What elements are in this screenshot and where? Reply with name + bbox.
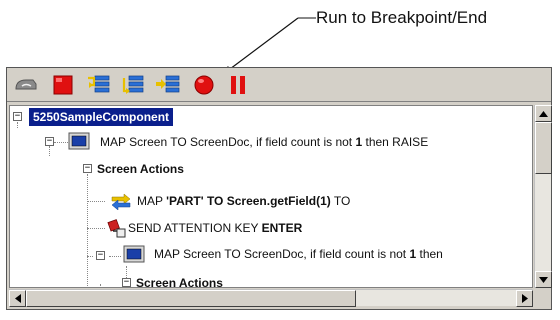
stop-icon [53,75,73,95]
disconnect-button[interactable] [12,71,40,99]
tree-node-map-part[interactable]: MAP 'PART' TO Screen.getField(1) TO [137,194,350,208]
arrow-up-icon [539,110,548,117]
run-to-breakpoint-icon [156,75,180,93]
run-to-breakpoint-button[interactable] [154,71,182,99]
scroll-right-button[interactable] [516,290,533,307]
tree-connector [54,142,68,143]
horizontal-scroll-thumb[interactable] [26,290,356,307]
tree-connector [87,256,93,257]
screen-icon [68,132,90,150]
tree-connector [87,201,105,202]
scroll-up-button[interactable] [535,105,552,122]
expander-map-node[interactable]: − [45,137,54,146]
arrow-left-icon [14,294,21,303]
script-tree[interactable]: − 5250SampleComponent − MAP Screen TO Sc… [9,105,533,288]
breakpoint-icon [194,75,214,95]
tree-node-map-screen[interactable]: MAP Screen TO ScreenDoc, if field count … [100,135,428,149]
scroll-down-button[interactable] [535,271,552,288]
expander-map-node-2[interactable]: − [96,251,105,260]
screen-icon [123,245,145,263]
tree-connector [49,146,50,156]
arrow-right-icon [521,294,528,303]
map-arrows-icon [111,193,131,210]
step-over-button[interactable] [119,71,147,99]
toggle-breakpoint-button[interactable] [190,71,218,99]
vertical-scroll-thumb[interactable] [535,122,552,174]
tree-connector [17,122,18,128]
node-text-part: TO [330,194,351,208]
debug-toolbar [7,68,551,102]
callout-label: Run to Breakpoint/End [316,8,488,27]
send-key-icon [107,219,126,238]
node-text-part: MAP [137,194,167,208]
arrow-down-icon [539,276,548,283]
expander-screen-actions[interactable]: − [83,164,92,173]
tree-node-screen-actions[interactable]: Screen Actions [97,162,184,176]
tree-connector [109,256,121,257]
node-text-part: then RAISE [362,135,429,149]
expander-root[interactable]: − [13,112,22,121]
stop-button[interactable] [49,71,77,99]
tree-node-screen-actions-2[interactable]: Screen Actions [136,276,223,287]
debugger-window: − 5250SampleComponent − MAP Screen TO Sc… [6,67,552,310]
pause-icon [231,76,245,94]
node-text-part: then [416,247,443,261]
tree-connector [87,174,88,287]
tree-connector [100,284,101,287]
tree-node-map-screen-2[interactable]: MAP Screen TO ScreenDoc, if field count … [154,247,443,261]
step-into-button[interactable] [85,71,113,99]
pause-button[interactable] [224,71,252,99]
tree-connector [87,228,105,229]
step-over-icon [122,75,144,94]
node-text-part: MAP Screen TO ScreenDoc, if field count … [100,135,356,149]
scroll-left-button[interactable] [9,290,26,307]
scrollbar-corner [534,289,551,306]
tree-root-selected[interactable]: 5250SampleComponent [29,108,174,126]
tree-node-send-key[interactable]: SEND ATTENTION KEY ENTER [128,221,302,235]
horizontal-scrollbar[interactable] [9,289,533,307]
vertical-scrollbar[interactable] [534,105,552,288]
step-into-icon [88,75,110,93]
expander-screen-actions-2[interactable]: − [122,278,131,287]
node-text-part: SEND ATTENTION KEY [128,221,262,235]
node-text-part: MAP Screen TO ScreenDoc, if field count … [154,247,410,261]
node-text-bold: 'PART' TO Screen.getField(1) [166,194,331,208]
disconnect-icon [15,79,37,90]
node-text-bold: ENTER [261,221,303,235]
